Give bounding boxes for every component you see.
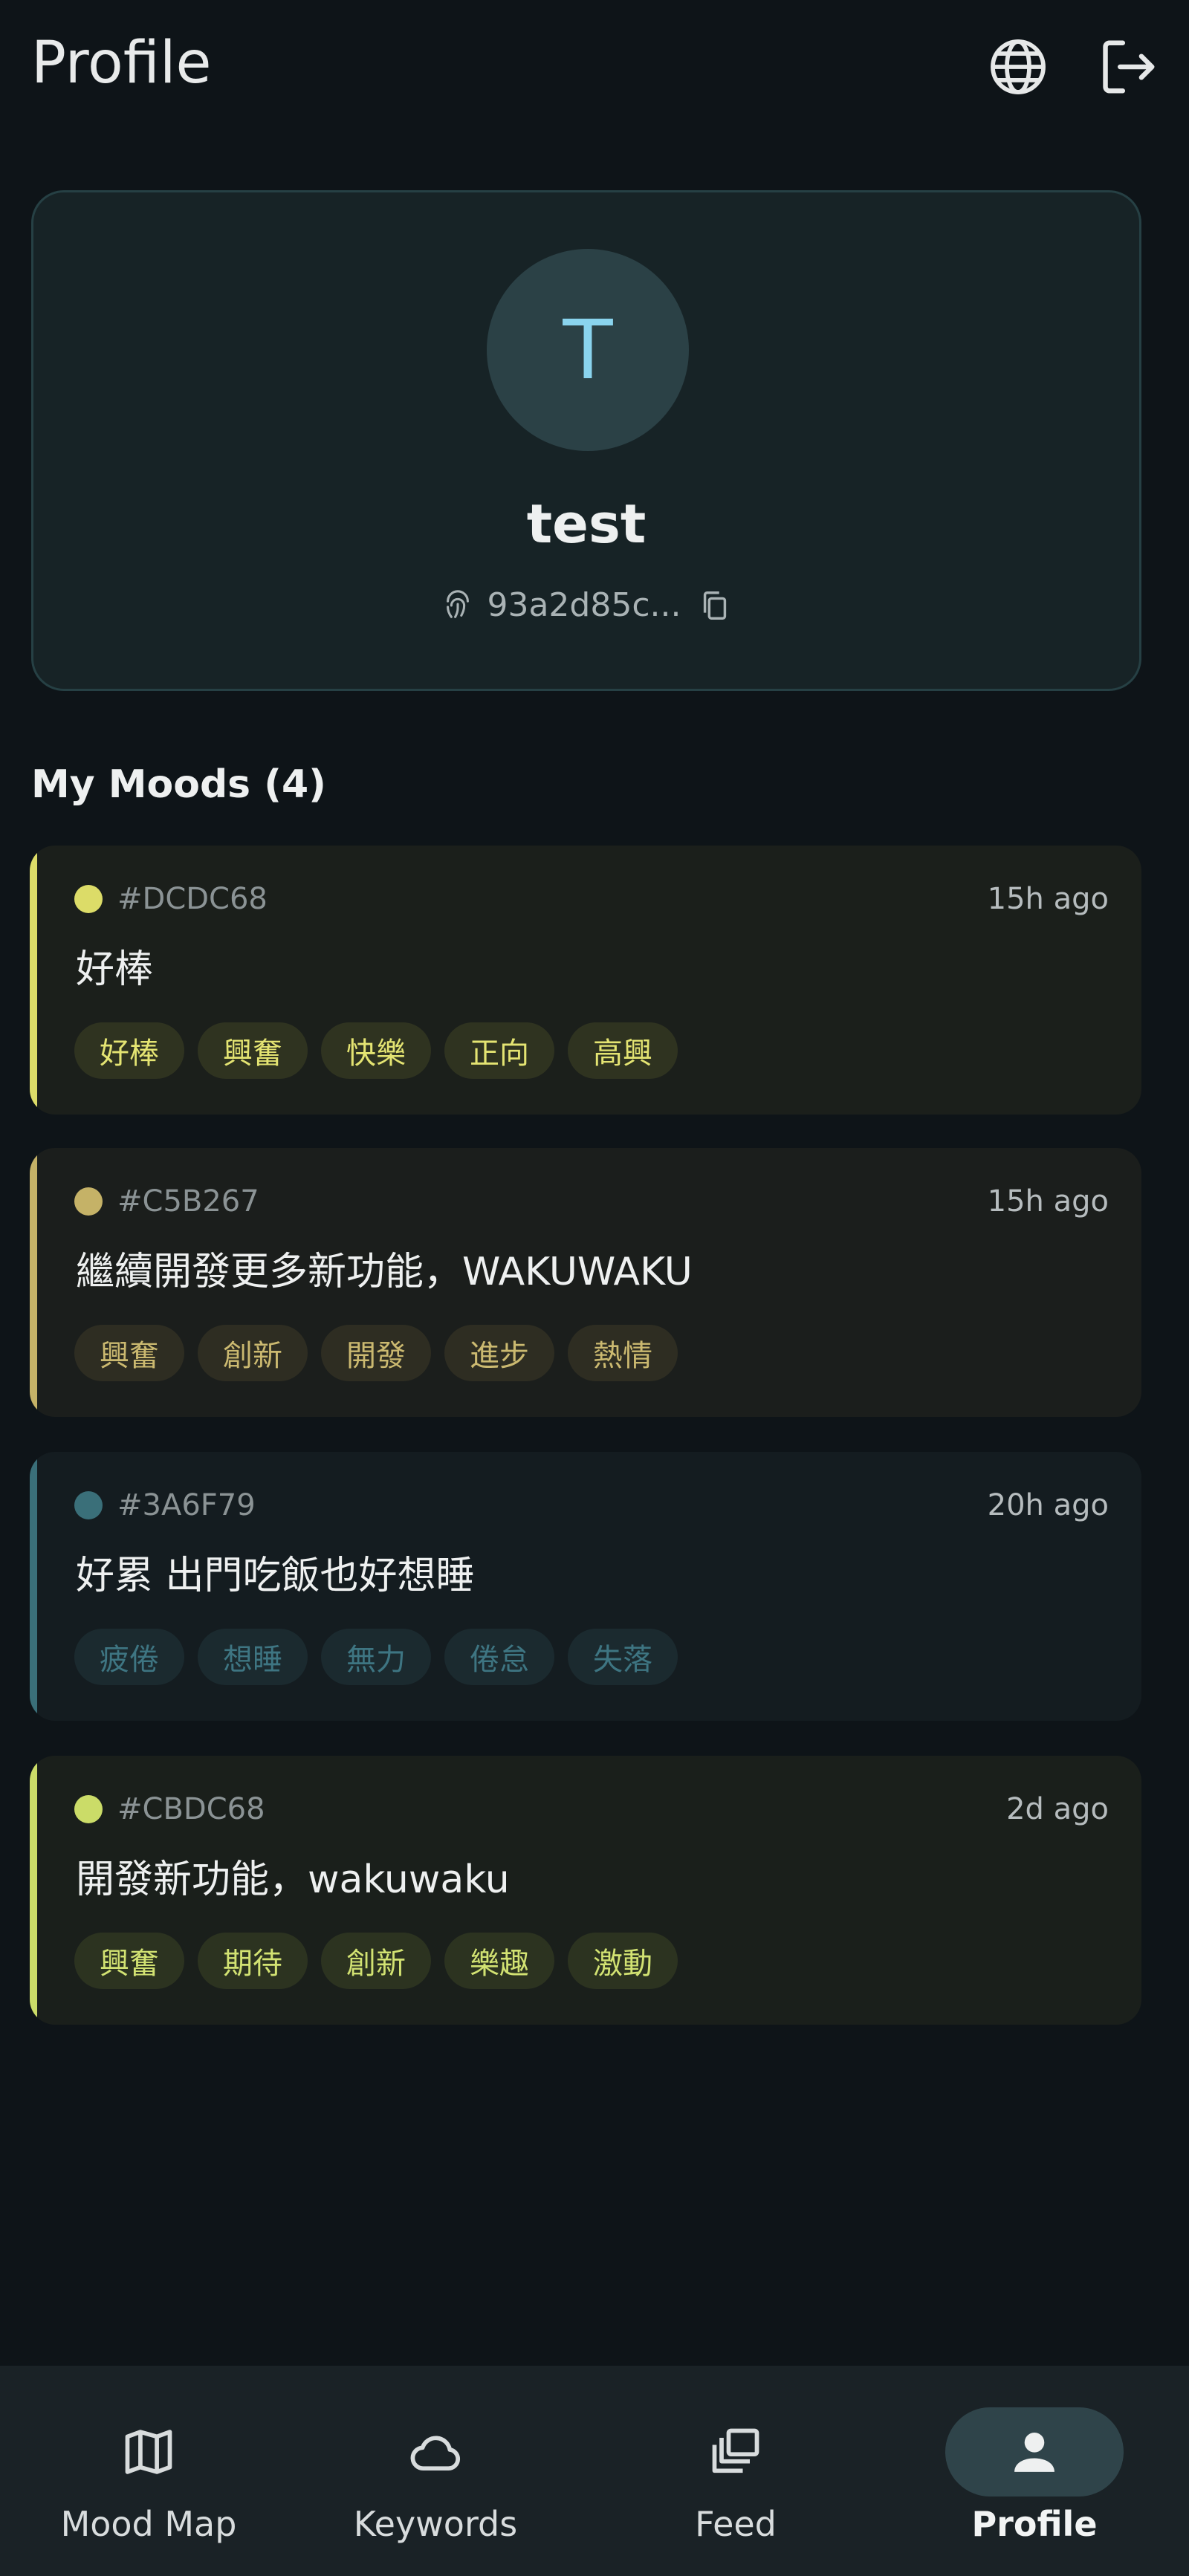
nav-label: Keywords — [353, 2504, 518, 2544]
mood-card[interactable]: #CBDC68 2d ago 開發新功能，wakuwaku 興奮 期待 創新 樂趣 激動 — [30, 1756, 1141, 2025]
mood-card[interactable]: #DCDC68 15h ago 好棒 好棒 興奮 快樂 正向 高興 — [30, 846, 1141, 1115]
mood-timestamp: 15h ago — [987, 1184, 1109, 1219]
nav-item-mood-map[interactable]: Mood Map — [0, 2407, 297, 2549]
mood-color-code: #3A6F79 — [117, 1488, 256, 1522]
mood-timestamp: 15h ago — [987, 882, 1109, 916]
nav-item-profile[interactable]: Profile — [886, 2407, 1183, 2549]
mood-color-bar — [30, 1452, 37, 1721]
nav-label: Feed — [695, 2504, 777, 2544]
my-moods-title: My Moods (4) — [31, 762, 326, 807]
mood-tag[interactable]: 樂趣 — [444, 1933, 554, 1989]
mood-tag[interactable]: 開發 — [321, 1325, 431, 1381]
mood-color-bar — [30, 1148, 37, 1417]
mood-tags: 好棒 興奮 快樂 正向 高興 — [74, 1022, 678, 1079]
mood-text: 繼續開發更多新功能，WAKUWAKU — [76, 1250, 693, 1294]
mood-color-dot — [74, 1187, 103, 1216]
profile-card: T test 93a2d85c... — [31, 190, 1141, 691]
mood-tag[interactable]: 興奮 — [74, 1325, 184, 1381]
mood-tag[interactable]: 倦怠 — [444, 1629, 554, 1685]
mood-tag[interactable]: 熱情 — [568, 1325, 678, 1381]
mood-color-bar — [30, 1756, 37, 2025]
username: test — [526, 493, 647, 555]
map-icon — [125, 2430, 172, 2474]
mood-tags: 疲倦 想睡 無力 倦怠 失落 — [74, 1629, 678, 1685]
copy-id-button[interactable] — [698, 588, 732, 623]
mood-text: 好累 出門吃飯也好想睡 — [76, 1554, 475, 1598]
nav-label: Mood Map — [60, 2504, 237, 2544]
mood-card-header: #CBDC68 2d ago — [74, 1787, 1109, 1832]
mood-tag[interactable]: 好棒 — [74, 1022, 184, 1079]
mood-tag[interactable]: 失落 — [568, 1629, 678, 1685]
language-button[interactable] — [981, 30, 1055, 104]
mood-card-header: #DCDC68 15h ago — [74, 877, 1109, 921]
logout-icon — [1103, 40, 1155, 94]
mood-tag[interactable]: 想睡 — [198, 1629, 308, 1685]
cloud-icon — [410, 2436, 461, 2471]
mood-tags: 興奮 期待 創新 樂趣 激動 — [74, 1933, 678, 1989]
nav-item-keywords[interactable]: Keywords — [287, 2407, 584, 2549]
bottom-navigation: Mood Map Keywords Feed Profile — [0, 2366, 1189, 2576]
avatar: T — [487, 249, 689, 451]
app-header: Profile — [0, 0, 1189, 134]
mood-color-dot — [74, 885, 103, 913]
mood-timestamp: 20h ago — [987, 1488, 1109, 1522]
person-icon — [1014, 2433, 1054, 2472]
user-id: 93a2d85c... — [487, 586, 681, 624]
page-title: Profile — [31, 30, 212, 97]
mood-tags: 興奮 創新 開發 進步 熱情 — [74, 1325, 678, 1381]
mood-text: 開發新功能，wakuwaku — [76, 1858, 510, 1902]
mood-color-code: #C5B267 — [117, 1184, 259, 1219]
mood-tag[interactable]: 進步 — [444, 1325, 554, 1381]
mood-card[interactable]: #C5B267 15h ago 繼續開發更多新功能，WAKUWAKU 興奮 創新 開發 進步… — [30, 1148, 1141, 1417]
mood-color-dot — [74, 1491, 103, 1519]
mood-color-bar — [30, 846, 37, 1115]
mood-tag[interactable]: 高興 — [568, 1022, 678, 1079]
mood-tag[interactable]: 創新 — [321, 1933, 431, 1989]
mood-card-header: #3A6F79 20h ago — [74, 1483, 1109, 1528]
mood-color-dot — [74, 1795, 103, 1823]
user-id-row: 93a2d85c... — [33, 586, 1139, 624]
mood-color-code: #DCDC68 — [117, 882, 268, 916]
stack-icon — [712, 2428, 759, 2473]
mood-color-code: #CBDC68 — [117, 1792, 265, 1826]
fingerprint-icon — [447, 589, 470, 618]
nav-label: Profile — [971, 2504, 1098, 2544]
mood-tag[interactable]: 正向 — [444, 1022, 554, 1079]
mood-tag[interactable]: 期待 — [198, 1933, 308, 1989]
mood-tag[interactable]: 無力 — [321, 1629, 431, 1685]
mood-timestamp: 2d ago — [1006, 1792, 1109, 1826]
mood-card[interactable]: #3A6F79 20h ago 好累 出門吃飯也好想睡疲倦 想睡 無力 倦怠 失落 — [30, 1452, 1141, 1721]
mood-text: 好棒 — [76, 947, 154, 992]
mood-tag[interactable]: 疲倦 — [74, 1629, 184, 1685]
mood-tag[interactable]: 快樂 — [321, 1022, 431, 1079]
mood-tag[interactable]: 興奮 — [74, 1933, 184, 1989]
mood-card-header: #C5B267 15h ago — [74, 1179, 1109, 1224]
mood-tag[interactable]: 興奮 — [198, 1022, 308, 1079]
mood-tag[interactable]: 激動 — [568, 1933, 678, 1989]
profile-screen: Profile T test 93a2d85c... My Moods (4) … — [0, 0, 1189, 2576]
globe-icon — [991, 39, 1046, 94]
logout-button[interactable] — [1091, 30, 1165, 104]
mood-tag[interactable]: 創新 — [198, 1325, 308, 1381]
nav-item-feed[interactable]: Feed — [587, 2407, 884, 2549]
copy-icon — [703, 591, 726, 620]
